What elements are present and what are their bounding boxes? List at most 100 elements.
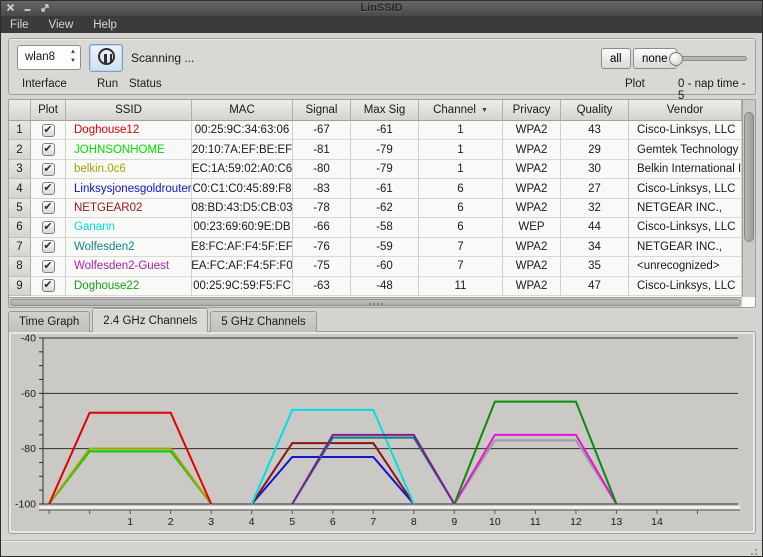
horizontal-scrollbar[interactable]	[9, 297, 742, 307]
cell-ssid: belkin.0c6	[66, 160, 192, 179]
plot-checkbox-cell[interactable]: ✔	[31, 179, 66, 198]
plot-checkbox[interactable]: ✔	[42, 182, 55, 195]
minimize-icon[interactable]	[23, 3, 32, 13]
plot-checkbox-cell[interactable]: ✔	[31, 277, 66, 296]
column-header-channel[interactable]: Channel▼	[419, 100, 503, 121]
cell-ssid: NETGEAR02	[66, 199, 192, 218]
table-row[interactable]: 4✔LinksysjonesgoldrouterC0:C1:C0:45:89:F…	[9, 179, 742, 198]
plot-checkbox[interactable]: ✔	[42, 163, 55, 176]
run-pause-button[interactable]	[89, 44, 123, 72]
signal-curve-wolfesden2-guest	[292, 435, 454, 504]
column-header-signal[interactable]: Signal	[293, 100, 351, 121]
cell-vendor: Gemtek Technology C...	[629, 140, 742, 159]
cell-signal: -66	[293, 218, 351, 237]
naptime-slider-handle[interactable]	[669, 52, 683, 66]
titlebar: LinSSID	[1, 1, 762, 16]
plot-checkbox[interactable]: ✔	[42, 124, 55, 137]
column-header-label: Vendor	[667, 104, 703, 116]
cell-quality: 27	[561, 179, 629, 198]
cell-vendor: Cisco-Linksys, LLC	[629, 121, 742, 140]
table-row[interactable]: 2✔JOHNSONHOME20:10:7A:EF:BE:EF-81-791WPA…	[9, 140, 742, 159]
tick-label: 9	[451, 516, 457, 528]
column-header-quality[interactable]: Quality	[561, 100, 629, 121]
table-row[interactable]: 6✔Ganann00:23:69:60:9E:DB-66-586WEP44Cis…	[9, 218, 742, 237]
menu-help[interactable]: Help	[93, 19, 117, 31]
interface-label: Interface	[22, 78, 67, 90]
cell-privacy: WPA2	[503, 140, 561, 159]
horizontal-scrollbar-thumb[interactable]	[10, 299, 741, 306]
cell-max_sig: -60	[351, 257, 419, 276]
cell-privacy: WPA2	[503, 199, 561, 218]
column-header-label: SSID	[115, 104, 142, 116]
maximize-icon[interactable]	[40, 3, 50, 13]
plot-label: Plot	[625, 78, 645, 90]
cell-max_sig: -59	[351, 238, 419, 257]
signal-curve-netgear02	[252, 443, 414, 504]
column-header-plot[interactable]: Plot	[31, 100, 66, 121]
plot-checkbox[interactable]: ✔	[42, 260, 55, 273]
row-number: 4	[9, 179, 31, 198]
column-header-vendor[interactable]: Vendor	[629, 100, 742, 121]
vertical-scrollbar[interactable]	[742, 100, 755, 297]
naptime-slider[interactable]	[670, 56, 747, 61]
menu-view[interactable]: View	[49, 19, 74, 31]
cell-channel: 11	[419, 277, 503, 296]
status-label: Status	[129, 78, 162, 90]
cell-ssid: Doghouse12	[66, 121, 192, 140]
plot-checkbox-cell[interactable]: ✔	[31, 238, 66, 257]
cell-vendor: NETGEAR INC.,	[629, 199, 742, 218]
tick-label: 7	[370, 516, 376, 528]
plot-all-button[interactable]: all	[601, 48, 631, 69]
spinner-arrows-icon[interactable]: ▲▼	[70, 48, 76, 66]
plot-checkbox[interactable]: ✔	[42, 240, 55, 253]
close-icon[interactable]	[6, 3, 15, 13]
plot-checkbox[interactable]: ✔	[42, 279, 55, 292]
column-header-rownum[interactable]	[9, 100, 31, 121]
plot-checkbox-cell[interactable]: ✔	[31, 121, 66, 140]
tab-2-4-ghz-channels[interactable]: 2.4 GHz Channels	[92, 308, 208, 332]
column-header-ssid[interactable]: SSID	[66, 100, 192, 121]
tick-label: 11	[530, 516, 541, 528]
status-value: Scanning ...	[131, 51, 194, 65]
tick-label: 14	[651, 516, 663, 528]
column-header-max-sig[interactable]: Max Sig	[351, 100, 419, 121]
cell-ssid: Wolfesden2	[66, 238, 192, 257]
column-header-privacy[interactable]: Privacy	[503, 100, 561, 121]
column-header-mac[interactable]: MAC	[192, 100, 293, 121]
plot-checkbox[interactable]: ✔	[42, 143, 55, 156]
plot-checkbox-cell[interactable]: ✔	[31, 199, 66, 218]
plot-checkbox-cell[interactable]: ✔	[31, 160, 66, 179]
cell-quality: 35	[561, 257, 629, 276]
plot-checkbox-cell[interactable]: ✔	[31, 140, 66, 159]
interface-select[interactable]: wlan8 ▲▼	[17, 45, 81, 70]
column-header-label: Privacy	[513, 104, 551, 116]
signal-curve-johnsonhome	[49, 451, 211, 504]
cell-quality: 29	[561, 140, 629, 159]
tab-5-ghz-channels[interactable]: 5 GHz Channels	[210, 311, 316, 332]
table-row[interactable]: 5✔NETGEAR0208:BD:43:D5:CB:03-78-626WPA23…	[9, 199, 742, 218]
sort-descending-icon: ▼	[481, 107, 488, 114]
cell-quality: 43	[561, 121, 629, 140]
chart-tabs: Time Graph2.4 GHz Channels5 GHz Channels	[8, 308, 317, 332]
table-row[interactable]: 1✔Doghouse1200:25:9C:34:63:06-67-611WPA2…	[9, 121, 742, 140]
resize-grip-icon[interactable]	[750, 546, 759, 555]
plot-checkbox-cell[interactable]: ✔	[31, 257, 66, 276]
table-row[interactable]: 9✔Doghouse2200:25:9C:59:F5:FC-63-4811WPA…	[9, 277, 742, 296]
cell-channel: 6	[419, 199, 503, 218]
table-row[interactable]: 7✔Wolfesden2E8:FC:AF:F4:5F:EF-76-597WPA2…	[9, 238, 742, 257]
tab-time-graph[interactable]: Time Graph	[8, 311, 90, 332]
cell-signal: -80	[293, 160, 351, 179]
tick-label: -40	[21, 333, 36, 345]
table-row[interactable]: 3✔belkin.0c6EC:1A:59:02:A0:C6-80-791WPA2…	[9, 160, 742, 179]
table-row[interactable]: 8✔Wolfesden2-GuestEA:FC:AF:F4:5F:F0-75-6…	[9, 257, 742, 276]
cell-channel: 6	[419, 218, 503, 237]
cell-privacy: WEP	[503, 218, 561, 237]
plot-checkbox-cell[interactable]: ✔	[31, 218, 66, 237]
tick-label: 13	[611, 516, 623, 528]
plot-checkbox[interactable]: ✔	[42, 201, 55, 214]
menu-file[interactable]: File	[10, 19, 29, 31]
cell-vendor: Belkin International Inc	[629, 160, 742, 179]
plot-checkbox[interactable]: ✔	[42, 221, 55, 234]
vertical-scrollbar-thumb[interactable]	[744, 112, 754, 242]
cell-max_sig: -79	[351, 160, 419, 179]
